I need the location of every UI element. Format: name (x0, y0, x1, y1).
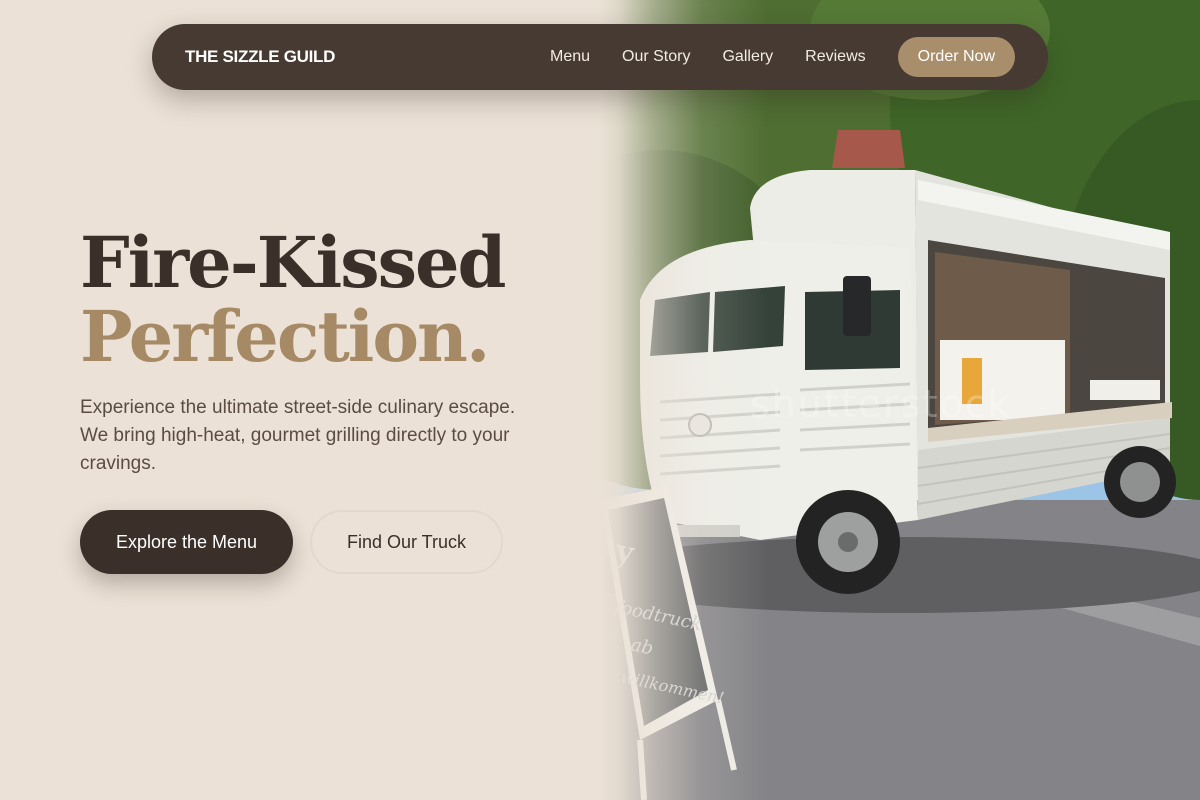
hero-description: Experience the ultimate street-side culi… (80, 397, 516, 474)
hero-title-line-1: Fire-Kissed (80, 221, 506, 304)
hero-image: y foodtruck ab willkommen! shutterstock (600, 0, 1200, 800)
hero-title-line-2: Perfection. (80, 295, 490, 378)
find-truck-button[interactable]: Find Our Truck (310, 510, 503, 574)
watermark: shutterstock (750, 382, 1012, 426)
hero-title: Fire-Kissed Perfection. (80, 221, 506, 378)
brand-logo[interactable]: THE SIZZLE GUILD (185, 47, 335, 67)
explore-menu-button[interactable]: Explore the Menu (80, 510, 293, 574)
order-now-button[interactable]: Order Now (897, 37, 1015, 77)
nav-link-menu[interactable]: Menu (550, 48, 590, 66)
nav-link-our-story[interactable]: Our Story (622, 48, 690, 66)
navbar: THE SIZZLE GUILD Menu Our Story Gallery … (152, 24, 1048, 90)
nav-link-gallery[interactable]: Gallery (722, 48, 773, 66)
nav-link-reviews[interactable]: Reviews (805, 48, 865, 66)
nav-links: Menu Our Story Gallery Reviews Order Now (550, 37, 1015, 77)
